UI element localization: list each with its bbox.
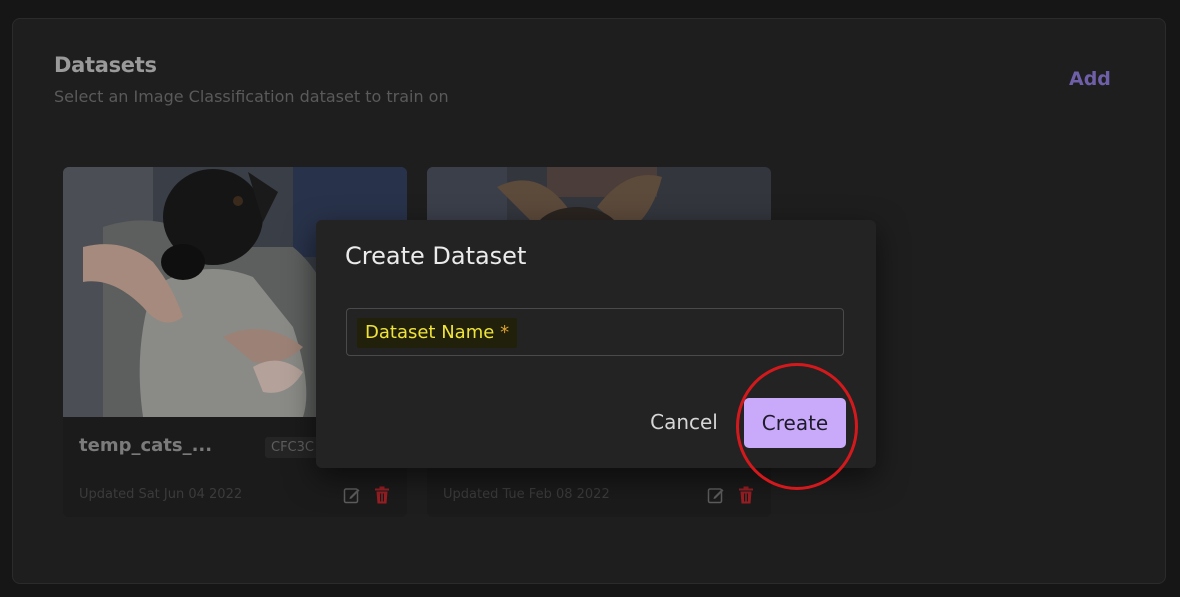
dataset-name: temp_cats_... [79, 435, 213, 456]
cancel-button[interactable]: Cancel [638, 400, 730, 444]
field-label-text: Dataset Name [365, 322, 495, 343]
page-subtitle: Select an Image Classification dataset t… [54, 87, 449, 106]
edit-icon[interactable] [707, 486, 725, 504]
dataset-tag: CFC3C [265, 437, 320, 458]
add-dataset-button[interactable]: Add [1069, 68, 1111, 90]
required-mark: * [500, 322, 510, 343]
dataset-name-input[interactable]: Dataset Name * [346, 308, 844, 356]
delete-icon[interactable] [738, 486, 754, 504]
edit-icon[interactable] [343, 486, 361, 504]
create-dataset-dialog: Create Dataset Dataset Name * Cancel Cre… [316, 220, 876, 468]
create-button[interactable]: Create [744, 398, 846, 448]
page-title: Datasets [54, 53, 157, 77]
dataset-updated: Updated Sat Jun 04 2022 [79, 487, 243, 502]
dataset-updated: Updated Tue Feb 08 2022 [443, 487, 610, 502]
dialog-title: Create Dataset [345, 242, 527, 270]
dataset-name-label: Dataset Name * [357, 318, 518, 348]
delete-icon[interactable] [374, 486, 390, 504]
